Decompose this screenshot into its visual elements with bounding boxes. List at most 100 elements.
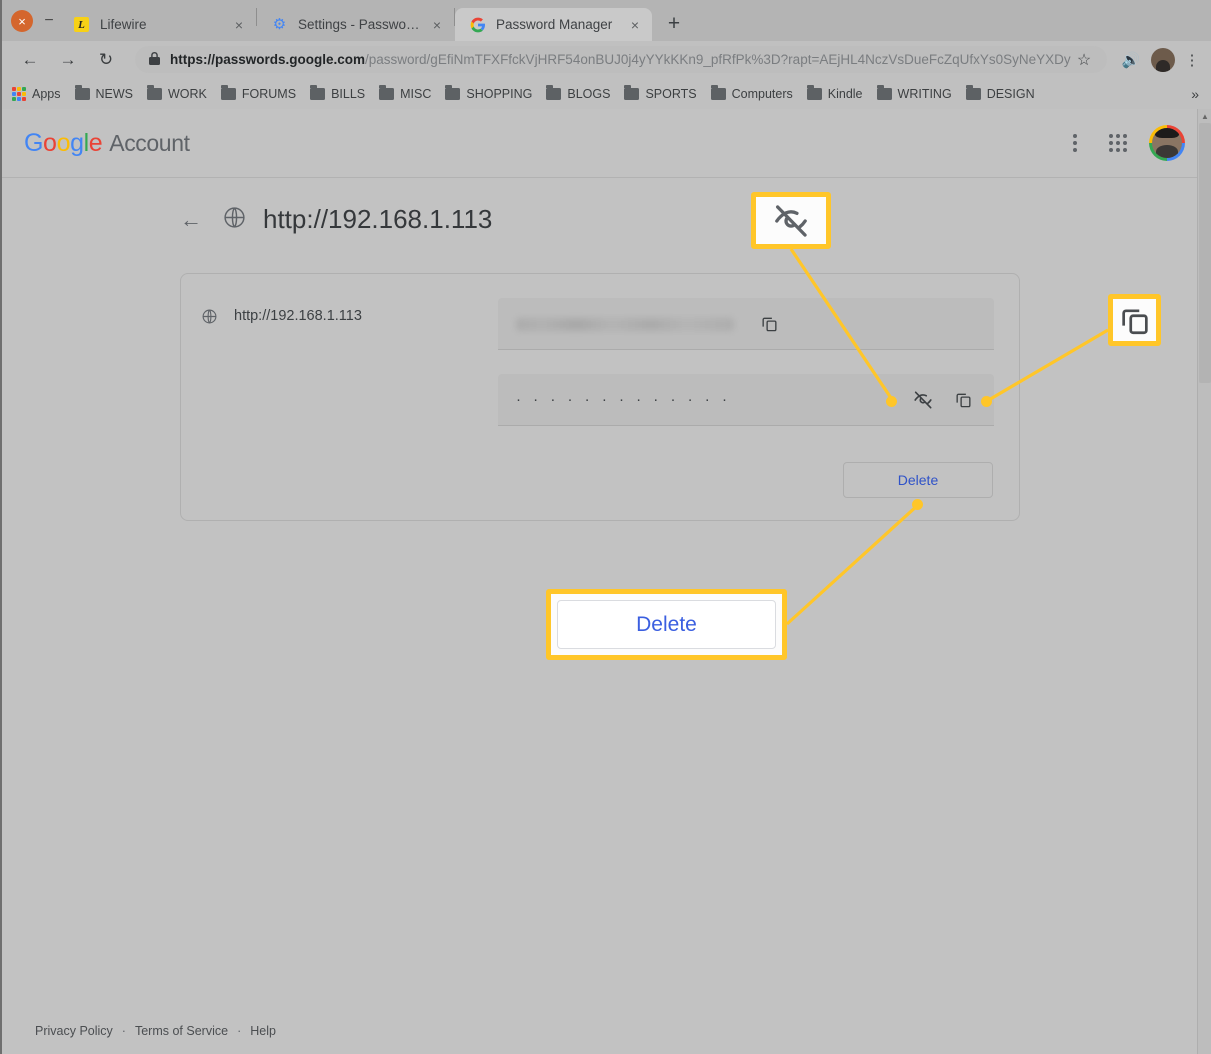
help-link[interactable]: Help — [250, 1024, 276, 1038]
bookmark-label: NEWS — [95, 86, 134, 101]
folder-icon — [74, 84, 90, 100]
address-bar[interactable]: https://passwords.google.com/password/gE… — [135, 46, 1107, 73]
bookmark-label: Computers — [731, 86, 793, 101]
bookmark-computers[interactable]: Computers — [710, 84, 793, 101]
account-header: Google Account — [2, 109, 1199, 177]
forward-icon[interactable]: → — [53, 45, 83, 75]
bookmark-label: SHOPPING — [466, 86, 533, 101]
close-icon[interactable]: × — [626, 16, 644, 34]
nav-right-group: 🔊 ⋮ — [1117, 47, 1211, 72]
folder-icon — [710, 84, 726, 100]
globe-icon — [222, 205, 247, 235]
logo-letter: o — [43, 128, 57, 157]
logo-letter: e — [88, 128, 103, 157]
tab-lifewire[interactable]: L Lifewire × — [59, 8, 256, 41]
bookmark-star-icon[interactable]: ☆ — [1071, 50, 1097, 70]
delete-button[interactable]: Delete — [843, 462, 993, 498]
folder-icon — [445, 84, 461, 100]
password-value: · · · · · · · · · · · · · — [516, 391, 731, 408]
bookmark-design[interactable]: DESIGN — [965, 84, 1035, 101]
bookmark-misc[interactable]: MISC — [379, 84, 432, 101]
terms-of-service-link[interactable]: Terms of Service — [135, 1024, 228, 1038]
footer-separator: · — [121, 1024, 126, 1038]
bookmark-blogs[interactable]: BLOGS — [546, 84, 610, 101]
tab-strip: × − L Lifewire × ⚙ Settings - Passwords … — [0, 0, 1211, 41]
tab-settings-passwords[interactable]: ⚙ Settings - Passwords × — [257, 8, 454, 41]
page-scrollbar[interactable]: ▲ — [1197, 109, 1211, 1054]
tab-title: Lifewire — [100, 17, 147, 32]
bookmark-news[interactable]: NEWS — [74, 84, 134, 101]
new-tab-button[interactable]: + — [660, 10, 688, 38]
close-icon[interactable]: × — [230, 16, 248, 34]
scrollbar-thumb[interactable] — [1199, 123, 1211, 383]
more-options-icon[interactable] — [1057, 125, 1093, 161]
folder-icon — [965, 84, 981, 100]
show-password-icon[interactable] — [906, 383, 940, 417]
google-apps-icon[interactable] — [1099, 124, 1137, 162]
tab-title: Password Manager — [496, 17, 613, 32]
avatar[interactable] — [1149, 125, 1185, 161]
bookmark-sports[interactable]: SPORTS — [624, 84, 697, 101]
page-footer: Privacy Policy · Terms of Service · Help — [2, 1024, 1199, 1054]
bookmark-work[interactable]: WORK — [147, 84, 207, 101]
bookmark-label: WRITING — [897, 86, 952, 101]
close-icon[interactable]: × — [428, 16, 446, 34]
page-title-row: ← http://192.168.1.113 — [2, 178, 1199, 257]
copy-username-icon[interactable] — [752, 307, 786, 341]
sound-icon[interactable]: 🔊 — [1117, 51, 1145, 69]
bookmark-label: DESIGN — [986, 86, 1035, 101]
folder-icon — [220, 84, 236, 100]
copy-password-icon[interactable] — [946, 383, 980, 417]
back-icon[interactable]: ← — [15, 45, 45, 75]
navigation-bar: ← → ↻ https://passwords.google.com/passw… — [0, 41, 1211, 78]
bookmark-kindle[interactable]: Kindle — [806, 84, 863, 101]
google-icon — [469, 16, 486, 33]
browser-menu-icon[interactable]: ⋮ — [1181, 51, 1203, 69]
page-title: http://192.168.1.113 — [263, 204, 493, 234]
window-close-button[interactable]: × — [11, 10, 33, 32]
credential-card: http://192.168.1.113 · · · · · · · · · ·… — [180, 273, 1020, 521]
folder-icon — [379, 84, 395, 100]
bookmark-label: BILLS — [331, 86, 366, 101]
lifewire-icon: L — [73, 16, 90, 33]
product-name: Account — [109, 129, 190, 156]
bookmark-apps[interactable]: Apps — [12, 86, 61, 101]
bookmark-label: FORUMS — [241, 86, 297, 101]
reload-icon[interactable]: ↻ — [91, 45, 121, 75]
folder-icon — [147, 84, 162, 100]
bookmark-shopping[interactable]: SHOPPING — [445, 84, 533, 101]
back-arrow-icon[interactable]: ← — [180, 207, 208, 233]
folder-icon — [806, 84, 822, 100]
window-minimize-button[interactable]: − — [39, 10, 59, 32]
bookmark-label: WORK — [168, 86, 207, 101]
bookmark-label: Apps — [32, 86, 61, 101]
privacy-policy-link[interactable]: Privacy Policy — [35, 1024, 113, 1038]
bookmark-label: MISC — [400, 86, 432, 101]
bookmark-label: SPORTS — [645, 86, 697, 101]
logo-letter: G — [24, 128, 44, 157]
username-field[interactable] — [498, 298, 994, 350]
url-domain: https://passwords.google.com — [170, 52, 366, 67]
logo-letter: g — [70, 128, 84, 157]
bookmarks-bar: Apps NEWS WORK FORUMS BILLS MISC SHOPPIN… — [0, 78, 1211, 109]
folder-icon — [624, 84, 640, 100]
lock-icon — [149, 51, 160, 68]
header-actions — [1057, 124, 1185, 162]
apps-grid-icon — [12, 86, 26, 101]
google-account-logo[interactable]: Google Account — [24, 129, 190, 158]
bookmark-forums[interactable]: FORUMS — [220, 84, 297, 101]
footer-separator: · — [237, 1024, 242, 1038]
bookmark-writing[interactable]: WRITING — [876, 84, 952, 101]
bookmark-bills[interactable]: BILLS — [310, 84, 366, 101]
password-field[interactable]: · · · · · · · · · · · · · — [498, 374, 994, 426]
browser-window: × − L Lifewire × ⚙ Settings - Passwords … — [0, 0, 1211, 1054]
tab-password-manager[interactable]: Password Manager × — [455, 8, 652, 41]
bookmarks-overflow-icon[interactable]: » — [1191, 86, 1203, 102]
profile-avatar[interactable] — [1151, 47, 1175, 72]
scroll-up-icon[interactable]: ▲ — [1198, 109, 1211, 123]
url-path: /password/gEfiNmTFXFfckVjHRF54onBUJ0j4yY… — [365, 52, 1071, 67]
gear-icon: ⚙ — [272, 16, 287, 33]
avatar-photo — [1152, 128, 1182, 158]
window-left-edge — [0, 0, 2, 1054]
logo-letter: o — [56, 128, 71, 157]
